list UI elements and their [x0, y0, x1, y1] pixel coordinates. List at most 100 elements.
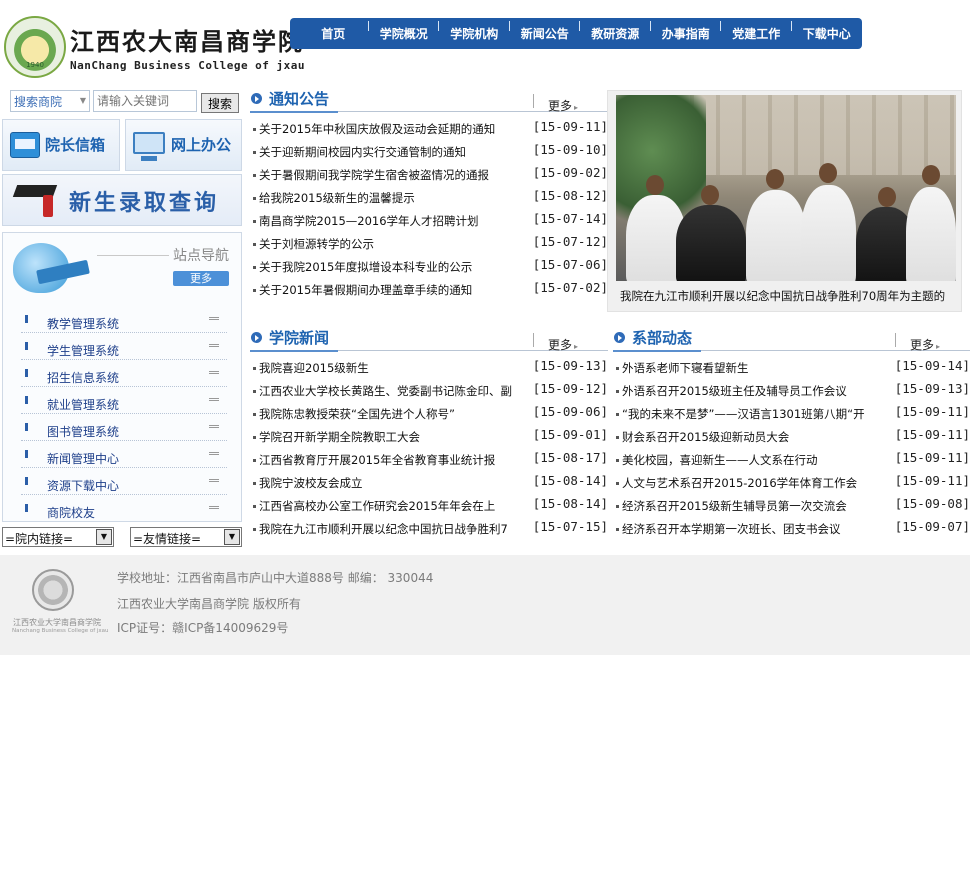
news-link[interactable]: 我院在九江市顺利开展以纪念中国抗日战争胜利7: [259, 521, 529, 537]
system-link-label: 学生管理系统: [47, 344, 120, 358]
notice-link[interactable]: 关于我院2015年度拟增设本科专业的公示: [259, 259, 531, 275]
nav-party[interactable]: 党建工作: [721, 21, 792, 42]
notice-date: [15-07-06]: [532, 257, 608, 272]
list-item[interactable]: “我的未来不是梦”——汉语言1301班第八期“开 [15-09-11]: [613, 404, 970, 429]
list-item[interactable]: 关于2015年中秋国庆放假及运动会延期的通知 [15-09-11]: [250, 119, 608, 144]
dept-news-link[interactable]: 外语系召开2015级班主任及辅导员工作会议: [622, 383, 898, 399]
nav-home[interactable]: 首页: [298, 21, 369, 42]
system-link-alumni[interactable]: 商院校友: [21, 495, 227, 522]
system-link-library[interactable]: 图书管理系统: [21, 414, 227, 441]
notice-link[interactable]: 关于2015年中秋国庆放假及运动会延期的通知: [259, 121, 531, 137]
news-link[interactable]: 江西农业大学校长黄路生、党委副书记陈金印、副: [259, 383, 529, 399]
list-item[interactable]: 关于刘桓源转学的公示 [15-07-12]: [250, 234, 608, 259]
dept-news-date: [15-09-13]: [894, 381, 970, 396]
notice-link[interactable]: 关于迎新期间校园内实行交通管制的通知: [259, 144, 531, 160]
list-item[interactable]: 南昌商学院2015—2016学年人才招聘计划 [15-07-14]: [250, 211, 608, 236]
friend-links-select[interactable]: =友情链接= ▼: [130, 527, 242, 547]
nav-download[interactable]: 下载中心: [792, 25, 863, 42]
internal-links-select[interactable]: =院内链接= ▼: [2, 527, 114, 547]
notice-link[interactable]: 关于2015年暑假期间办理盖章手续的通知: [259, 282, 531, 298]
list-item[interactable]: 关于我院2015年度拟增设本科专业的公示 [15-07-06]: [250, 257, 608, 282]
search-scope-select[interactable]: 搜索商院 ▼: [10, 90, 90, 112]
dash-icon: [209, 398, 219, 401]
college-logo[interactable]: 1940: [4, 16, 66, 78]
news-link[interactable]: 江西省教育厅开展2015年全省教育事业统计报: [259, 452, 529, 468]
photo-person-head: [922, 165, 940, 185]
system-link-employment[interactable]: 就业管理系统: [21, 387, 227, 414]
dept-news-date: [15-09-14]: [894, 358, 970, 373]
dept-news-link[interactable]: 经济系召开本学期第一次班长、团支书会议: [622, 521, 898, 537]
photo-person-head: [701, 185, 719, 205]
news-link[interactable]: 学院召开新学期全院教职工大会: [259, 429, 529, 445]
nav-resources[interactable]: 教研资源: [580, 21, 651, 42]
news-link[interactable]: 我院喜迎2015级新生: [259, 360, 529, 376]
arrow-circle-icon: [614, 332, 625, 343]
list-item[interactable]: 外语系召开2015级班主任及辅导员工作会议 [15-09-13]: [613, 381, 970, 406]
department-news-header: 系部动态 更多: [613, 327, 970, 353]
list-item[interactable]: 经济系召开本学期第一次班长、团支书会议 [15-09-07]: [613, 519, 970, 544]
list-item[interactable]: 关于暑假期间我学院学生宿舍被盗情况的通报 [15-09-02]: [250, 165, 608, 190]
list-item[interactable]: 江西省教育厅开展2015年全省教育事业统计报 [15-08-17]: [250, 450, 608, 475]
nav-institutions[interactable]: 学院机构: [439, 21, 510, 42]
list-item[interactable]: 学院召开新学期全院教职工大会 [15-09-01]: [250, 427, 608, 452]
admission-query-banner[interactable]: 新生录取查询: [2, 174, 242, 226]
footer-address: 学校地址：江西省南昌市庐山中大道888号 邮编： 330044: [117, 571, 434, 585]
footer-logo-text: 江西农业大学南昌商学院: [13, 618, 101, 627]
footer-icp[interactable]: ICP证号：赣ICP备14009629号: [117, 619, 288, 636]
president-mailbox-banner[interactable]: 院长信箱: [2, 119, 120, 171]
notice-link[interactable]: 关于暑假期间我学院学生宿舍被盗情况的通报: [259, 167, 531, 183]
search-input[interactable]: [93, 90, 197, 112]
dept-news-link[interactable]: “我的未来不是梦”——汉语言1301班第八期“开: [622, 406, 898, 422]
search-button[interactable]: 搜索: [201, 93, 239, 113]
dept-news-link[interactable]: 人文与艺术系召开2015-2016学年体育工作会: [622, 475, 898, 491]
news-link[interactable]: 我院宁波校友会成立: [259, 475, 529, 491]
dept-news-link[interactable]: 外语系老师下寝看望新生: [622, 360, 898, 376]
online-office-banner[interactable]: 网上办公: [125, 119, 242, 171]
dash-icon: [209, 479, 219, 482]
department-news-more-link[interactable]: 更多: [910, 336, 940, 353]
system-link-news-admin[interactable]: 新闻管理中心: [21, 441, 227, 468]
nav-overview[interactable]: 学院概况: [369, 21, 440, 42]
site-navigation-more-button[interactable]: 更多: [173, 271, 229, 286]
news-date: [15-09-06]: [532, 404, 608, 419]
list-item[interactable]: 财会系召开2015级迎新动员大会 [15-09-11]: [613, 427, 970, 452]
bullet-icon: [616, 367, 619, 370]
list-item[interactable]: 江西省高校办公室工作研究会2015年年会在上 [15-08-14]: [250, 496, 608, 521]
system-link-label: 就业管理系统: [47, 398, 120, 412]
nav-guide[interactable]: 办事指南: [651, 21, 722, 42]
dept-news-link[interactable]: 经济系召开2015级新生辅导员第一次交流会: [622, 498, 898, 514]
news-link[interactable]: 我院陈忠教授荣获“全国先进个人称号”: [259, 406, 529, 422]
system-link-enrollment[interactable]: 招生信息系统: [21, 360, 227, 387]
news-photo[interactable]: [616, 95, 956, 281]
list-item[interactable]: 给我院2015级新生的温馨提示 [15-08-12]: [250, 188, 608, 213]
list-item[interactable]: 我院喜迎2015级新生 [15-09-13]: [250, 358, 608, 383]
graduation-cap-icon: [13, 181, 57, 221]
bullet-icon: [616, 482, 619, 485]
list-item[interactable]: 我院宁波校友会成立 [15-08-14]: [250, 473, 608, 498]
list-item[interactable]: 关于迎新期间校园内实行交通管制的通知 [15-09-10]: [250, 142, 608, 167]
list-item[interactable]: 人文与艺术系召开2015-2016学年体育工作会 [15-09-11]: [613, 473, 970, 498]
news-link[interactable]: 江西省高校办公室工作研究会2015年年会在上: [259, 498, 529, 514]
list-item[interactable]: 江西农业大学校长黄路生、党委副书记陈金印、副 [15-09-12]: [250, 381, 608, 406]
college-news-more-link[interactable]: 更多: [548, 336, 578, 353]
photo-person-head: [766, 169, 784, 189]
list-item[interactable]: 我院在九江市顺利开展以纪念中国抗日战争胜利7 [15-07-15]: [250, 519, 608, 544]
list-item[interactable]: 美化校园，喜迎新生——人文系在行动 [15-09-11]: [613, 450, 970, 475]
photo-caption[interactable]: 我院在九江市顺利开展以纪念中国抗日战争胜利70周年为主题的: [620, 288, 960, 304]
notice-more-link[interactable]: 更多: [548, 97, 578, 114]
notice-link[interactable]: 关于刘桓源转学的公示: [259, 236, 531, 252]
news-date: [15-09-12]: [532, 381, 608, 396]
system-link-teaching[interactable]: 教学管理系统: [21, 306, 227, 333]
list-item[interactable]: 关于2015年暑假期间办理盖章手续的通知 [15-07-02]: [250, 280, 608, 305]
dept-news-link[interactable]: 财会系召开2015级迎新动员大会: [622, 429, 898, 445]
system-link-downloads[interactable]: 资源下载中心: [21, 468, 227, 495]
list-item[interactable]: 经济系召开2015级新生辅导员第一次交流会 [15-09-08]: [613, 496, 970, 521]
logo-year: 1940: [26, 61, 44, 69]
dept-news-link[interactable]: 美化校园，喜迎新生——人文系在行动: [622, 452, 898, 468]
system-link-student[interactable]: 学生管理系统: [21, 333, 227, 360]
list-item[interactable]: 外语系老师下寝看望新生 [15-09-14]: [613, 358, 970, 383]
notice-link[interactable]: 南昌商学院2015—2016学年人才招聘计划: [259, 213, 531, 229]
notice-link[interactable]: 给我院2015级新生的温馨提示: [259, 190, 531, 206]
nav-news[interactable]: 新闻公告: [510, 21, 581, 42]
list-item[interactable]: 我院陈忠教授荣获“全国先进个人称号” [15-09-06]: [250, 404, 608, 429]
